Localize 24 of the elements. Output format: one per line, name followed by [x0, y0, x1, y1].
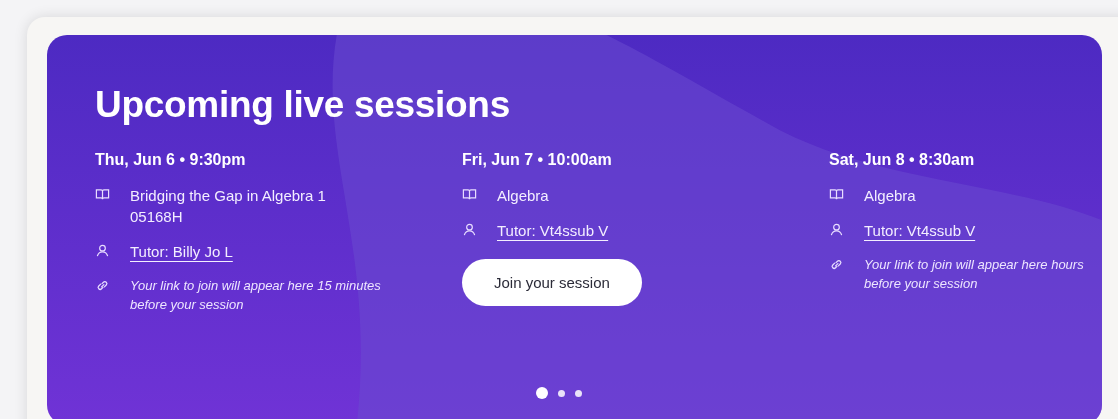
person-icon — [462, 222, 477, 237]
book-icon — [462, 187, 477, 202]
session-date: Sat, Jun 8 • 8:30am — [829, 151, 976, 169]
session-date: Thu, Jun 6 • 9:30pm — [95, 151, 247, 169]
pager-dot[interactable] — [536, 387, 548, 399]
course-name: Algebra — [864, 186, 917, 206]
person-icon — [829, 222, 844, 237]
course-name: Algebra — [497, 186, 550, 206]
panel-title: Upcoming live sessions — [95, 83, 511, 127]
pager-dot[interactable] — [558, 389, 565, 397]
course-name: Bridging the Gap in Algebra 1 05168H — [130, 186, 327, 227]
tutor-link[interactable]: Tutor: Vt4ssub V — [864, 220, 976, 241]
link-icon — [829, 257, 844, 272]
join-session-button[interactable]: Join your session — [462, 259, 642, 306]
session-date: Fri, Jun 7 • 10:00am — [462, 151, 613, 169]
link-icon — [95, 278, 110, 293]
tutor-link[interactable]: Tutor: Vt4ssub V — [497, 220, 609, 241]
tutor-link[interactable]: Tutor: Billy Jo L — [130, 241, 233, 262]
join-link-note: Your link to join will appear here hours before your session — [864, 256, 1085, 293]
pager-dot[interactable] — [575, 389, 582, 397]
person-icon — [95, 243, 110, 258]
book-icon — [829, 187, 844, 202]
book-icon — [95, 187, 110, 202]
join-link-note: Your link to join will appear here 15 minutes before your session — [130, 277, 382, 314]
